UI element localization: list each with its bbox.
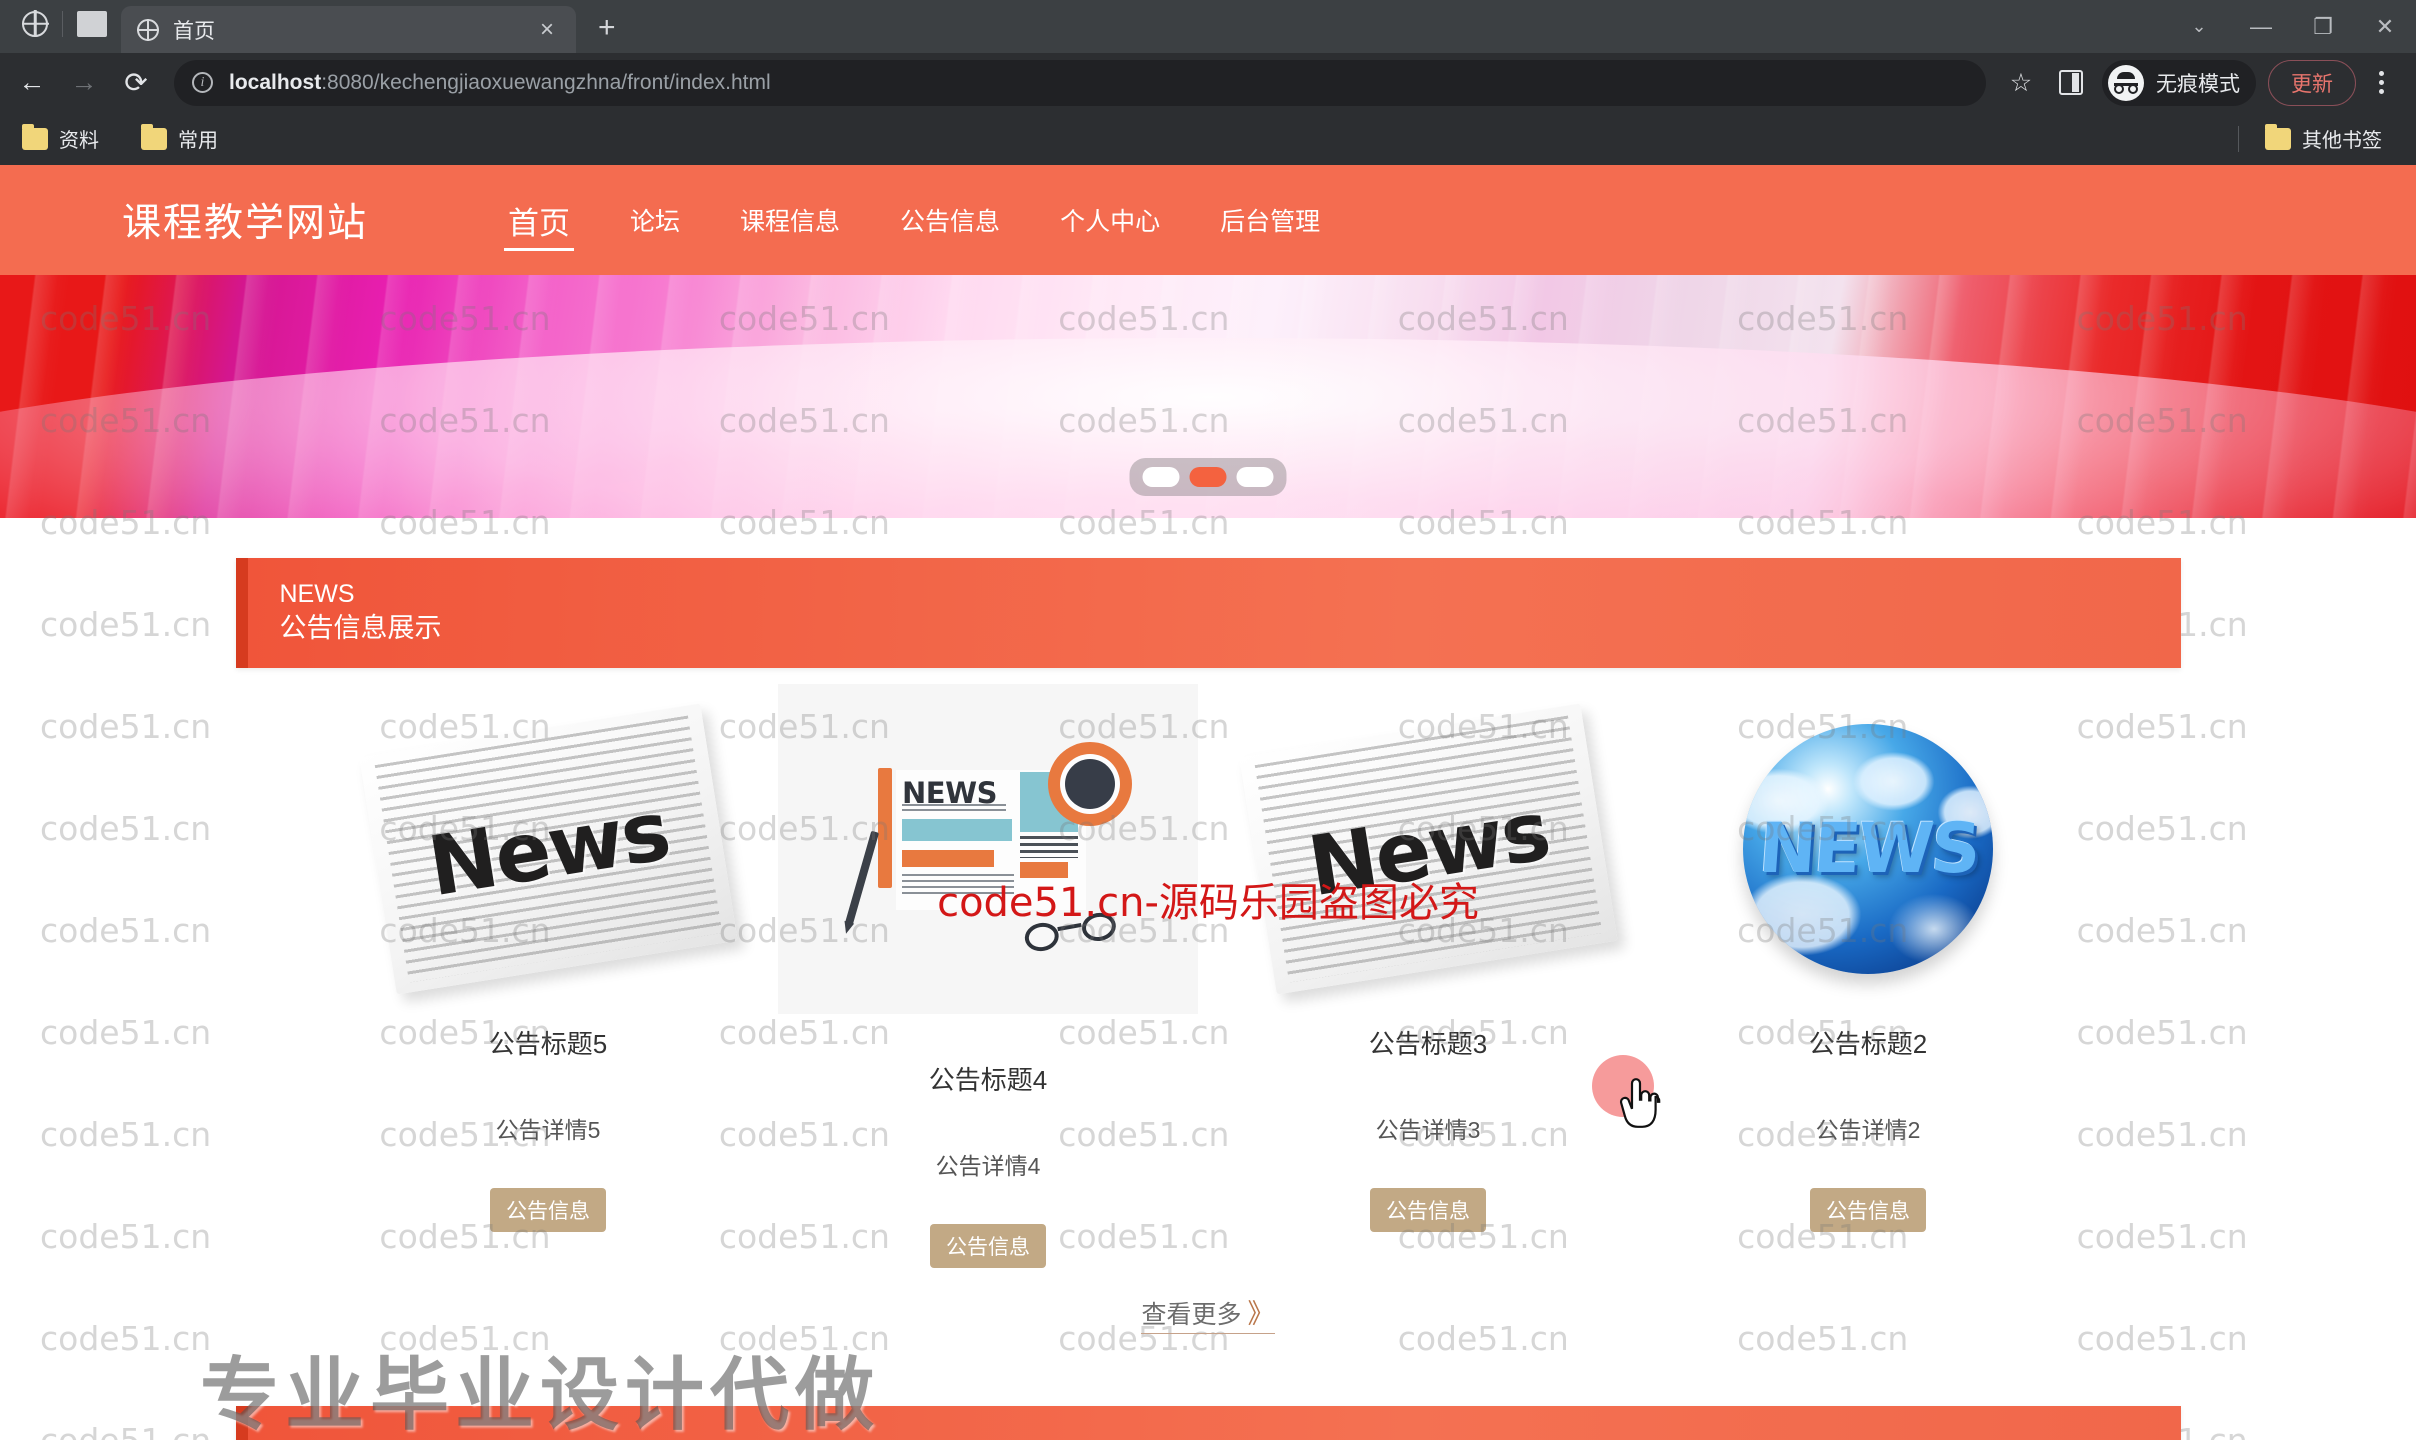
carousel-dot-2-active[interactable]: [1189, 467, 1227, 487]
nav-item-announcements[interactable]: 公告信息: [870, 165, 1030, 275]
carousel-dot-1[interactable]: [1142, 467, 1180, 487]
bookmark-star-icon[interactable]: ☆: [1996, 58, 2046, 108]
url-text: localhost:8080/kechengjiaoxuewangzhna/fr…: [229, 71, 771, 95]
globe-news-icon: NEWS: [1743, 724, 1993, 974]
card-title: 公告标题2: [1808, 1029, 1928, 1059]
browser-toolbar: ← → ⟳ i localhost:8080/kechengjiaoxuewan…: [0, 53, 2416, 112]
url-path: :8080/kechengjiaoxuewangzhna/front/index…: [321, 70, 771, 94]
card-tag-button[interactable]: 公告信息: [930, 1224, 1046, 1269]
view-more-link[interactable]: 查看更多》: [1141, 1292, 1275, 1335]
tabstrip-left-icons: [10, 0, 121, 53]
browser-window: 首页 × + ⌄ — ❐ ✕ ← → ⟳ i localhost:8080/ke…: [0, 0, 2416, 1440]
back-icon[interactable]: ←: [6, 57, 58, 109]
chevron-down-icon[interactable]: ⌄: [2168, 0, 2230, 53]
announcement-card[interactable]: News 公告标题5 2022-04-28 20:20:39 公告详情5 公告信…: [338, 684, 758, 1233]
bookmarks-divider: [2238, 125, 2239, 152]
close-window-button[interactable]: ✕: [2354, 0, 2416, 53]
window-controls: ⌄ — ❐ ✕: [2168, 0, 2416, 53]
browser-tabstrip: 首页 × + ⌄ — ❐ ✕: [0, 0, 2416, 53]
hero-carousel[interactable]: [0, 275, 2416, 518]
bookmark-label: 资料: [59, 130, 99, 152]
announcement-card[interactable]: NEWS 公告标题4 公告详情4 公告信息: [778, 684, 1198, 1269]
news-flat-illustration-icon: NEWS: [838, 734, 1138, 964]
address-bar[interactable]: i localhost:8080/kechengjiaoxuewangzhna/…: [174, 59, 1986, 106]
other-bookmarks-group: 其他书签: [2238, 119, 2416, 158]
bookmarks-bar: 资料 常用 其他书签: [0, 112, 2416, 165]
card-description: 公告详情5: [495, 1117, 601, 1144]
carousel-dot-3[interactable]: [1236, 467, 1274, 487]
view-more-label: 查看更多: [1141, 1301, 1242, 1330]
announcement-section-header: NEWS 公告信息展示: [235, 558, 2181, 668]
section-title-en: NEWS: [279, 580, 355, 609]
incognito-badge[interactable]: 无痕模式: [2102, 59, 2256, 106]
site-header: 课程教学网站 首页 论坛 课程信息 公告信息 个人中心 后台管理: [0, 165, 2416, 275]
maximize-button[interactable]: ❐: [2292, 0, 2354, 53]
view-more-row: 查看更多》: [0, 1292, 2416, 1335]
card-tag-button[interactable]: 公告信息: [490, 1188, 606, 1233]
other-bookmarks-button[interactable]: 其他书签: [2257, 119, 2390, 158]
tab-favicon-globe-icon: [137, 18, 159, 41]
folder-icon: [22, 123, 48, 150]
kebab-menu-icon[interactable]: [2356, 58, 2406, 108]
nav-item-admin[interactable]: 后台管理: [1190, 165, 1350, 275]
forward-icon[interactable]: →: [58, 57, 110, 109]
card-image-globe: NEWS: [1658, 684, 2078, 1014]
card-tag-button[interactable]: 公告信息: [1810, 1188, 1926, 1233]
minimize-button[interactable]: —: [2230, 0, 2292, 53]
browser-tab[interactable]: 首页 ×: [121, 6, 576, 53]
bookmark-item-changyong[interactable]: 常用: [133, 119, 226, 158]
web-page: 课程教学网站 首页 论坛 课程信息 公告信息 个人中心 后台管理 NEWS 公告…: [0, 165, 2416, 1440]
card-tag-button[interactable]: 公告信息: [1370, 1188, 1486, 1233]
site-title: 课程教学网站: [122, 202, 369, 245]
carousel-indicators[interactable]: [1129, 458, 1287, 496]
chevron-right-icon: 》: [1247, 1299, 1275, 1330]
incognito-avatar-icon: [2108, 64, 2144, 101]
card-description: 公告详情3: [1375, 1117, 1481, 1144]
card-title: 公告标题3: [1368, 1029, 1488, 1059]
card-title: 公告标题4: [928, 1065, 1048, 1095]
next-section-header: [235, 1406, 2181, 1440]
folder-icon: [141, 123, 167, 150]
reload-icon[interactable]: ⟳: [110, 57, 162, 109]
bookmark-label: 常用: [178, 130, 218, 152]
update-button[interactable]: 更新: [2268, 59, 2356, 106]
card-title: 公告标题5: [488, 1029, 608, 1059]
folder-icon: [2265, 123, 2291, 150]
nav-item-course-info[interactable]: 课程信息: [710, 165, 870, 275]
sidebar-icon[interactable]: [2046, 58, 2096, 108]
main-navigation: 首页 论坛 课程信息 公告信息 个人中心 后台管理: [478, 165, 1350, 275]
other-bookmarks-label: 其他书签: [2302, 130, 2382, 152]
announcement-card[interactable]: NEWS 公告标题2 2022-04-28 20:20:39 公告详情2 公告信…: [1658, 684, 2078, 1233]
newspaper-photo-icon: News: [1238, 703, 1618, 995]
bookmark-item-ziliao[interactable]: 资料: [14, 119, 107, 158]
newspaper-photo-icon: News: [358, 703, 738, 995]
main-content: NEWS 公告信息展示 News 公告标题5 2022-04-28 20:20:…: [0, 518, 2416, 1440]
tabstrip-divider: [62, 10, 63, 37]
tab-search-icon[interactable]: [77, 10, 107, 37]
nav-item-home[interactable]: 首页: [478, 165, 600, 275]
card-image-newspaper: News: [338, 684, 758, 1014]
card-description: 公告详情2: [1815, 1117, 1921, 1144]
browser-logo-icon: [22, 10, 48, 37]
card-image-newspaper: News: [1218, 684, 1638, 1014]
new-tab-button[interactable]: +: [598, 13, 616, 43]
nav-item-forum[interactable]: 论坛: [600, 165, 710, 275]
incognito-label: 无痕模式: [2156, 72, 2240, 96]
card-image-flat-news: NEWS: [778, 684, 1198, 1014]
section-title-cn: 公告信息展示: [279, 613, 442, 644]
tab-close-icon[interactable]: ×: [534, 12, 560, 48]
url-host: localhost: [229, 70, 322, 94]
site-info-icon[interactable]: i: [192, 72, 213, 93]
card-description: 公告详情4: [935, 1153, 1041, 1180]
announcement-card-list: News 公告标题5 2022-04-28 20:20:39 公告详情5 公告信…: [0, 684, 2416, 1269]
tab-title: 首页: [173, 19, 215, 43]
announcement-card[interactable]: News 公告标题3 2022-04-28 20:20:39 公告详情3 公告信…: [1218, 684, 1638, 1233]
nav-item-personal-center[interactable]: 个人中心: [1030, 165, 1190, 275]
